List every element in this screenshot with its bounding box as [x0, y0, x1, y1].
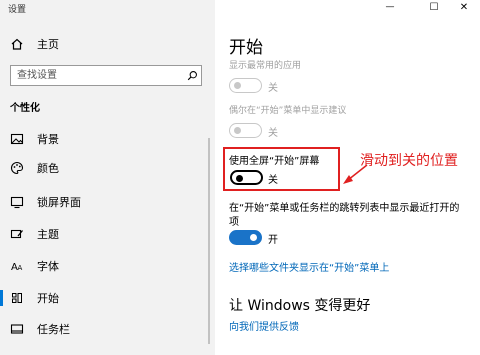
- sidebar-item-taskbar[interactable]: 任务栏: [0, 317, 205, 341]
- svg-text:A: A: [18, 264, 23, 272]
- sidebar-item-home[interactable]: 主页: [0, 32, 205, 56]
- choose-folders-link[interactable]: 选择哪些文件夹显示在“开始”菜单上: [229, 259, 389, 274]
- page-title: 开始: [229, 38, 263, 58]
- close-icon: ✕: [459, 1, 469, 13]
- sidebar-item-label: 主页: [37, 38, 59, 51]
- minimize-button[interactable]: —: [377, 0, 403, 14]
- sidebar-item-fonts[interactable]: AA 字体: [0, 254, 205, 278]
- fullscreen-start-toggle[interactable]: [230, 170, 263, 185]
- recent-items-toggle[interactable]: [229, 230, 262, 245]
- taskbar-icon: [9, 321, 25, 337]
- lock-screen-icon: [9, 194, 25, 210]
- sidebar-item-lock-screen[interactable]: 锁屏界面: [0, 190, 205, 214]
- setting-label-suggestions: 偶尔在“开始”菜单中显示建议: [229, 106, 347, 116]
- improve-windows-heading: 让 Windows 变得更好: [229, 298, 371, 314]
- start-icon: [9, 290, 25, 306]
- home-icon: [9, 36, 25, 52]
- maximize-icon: ☐: [429, 1, 439, 13]
- feedback-link[interactable]: 向我们提供反馈: [229, 318, 299, 333]
- most-used-state: 关: [268, 83, 278, 94]
- section-title: 个性化: [10, 103, 40, 114]
- sidebar-item-label: 任务栏: [37, 323, 70, 336]
- sidebar-item-label: 主题: [37, 228, 59, 241]
- suggestions-state: 关: [268, 128, 278, 139]
- most-used-toggle[interactable]: [229, 78, 262, 93]
- toggle-knob: [250, 234, 257, 241]
- sidebar-item-start[interactable]: 开始: [0, 286, 205, 310]
- toggle-knob: [234, 82, 241, 89]
- sidebar-item-label: 颜色: [37, 162, 59, 175]
- sidebar-item-label: 字体: [37, 260, 59, 273]
- sidebar-scrollbar[interactable]: [208, 138, 210, 344]
- theme-icon: [9, 226, 25, 242]
- setting-label-recent-line2: 项: [229, 217, 239, 228]
- close-button[interactable]: ✕: [451, 0, 477, 14]
- toggle-knob: [234, 127, 241, 134]
- sidebar-item-background[interactable]: 背景: [0, 127, 205, 151]
- font-icon: AA: [9, 258, 25, 274]
- window-title: 设置: [8, 5, 27, 15]
- setting-label-fullscreen: 使用全屏“开始”屏幕: [229, 156, 320, 167]
- settings-sidebar: 设置 主页 个性化 背景 颜色 锁屏界面 主题: [0, 0, 215, 355]
- sidebar-item-label: 锁屏界面: [37, 196, 81, 209]
- sidebar-item-colors[interactable]: 颜色: [0, 156, 205, 180]
- annotation-text: 滑动到关的位置: [360, 153, 458, 169]
- maximize-button[interactable]: ☐: [421, 0, 447, 14]
- palette-icon: [9, 160, 25, 176]
- search-box[interactable]: [10, 65, 202, 86]
- sidebar-item-label: 背景: [37, 133, 59, 146]
- toggle-knob: [236, 174, 243, 182]
- search-input[interactable]: [11, 69, 183, 82]
- sidebar-item-themes[interactable]: 主题: [0, 222, 205, 246]
- fullscreen-state: 关: [268, 175, 278, 186]
- search-icon[interactable]: [183, 70, 201, 81]
- sidebar-item-label: 开始: [37, 292, 59, 305]
- recent-items-state: 开: [268, 235, 278, 246]
- image-icon: [9, 131, 25, 147]
- suggestions-toggle[interactable]: [229, 123, 262, 138]
- setting-label-most-used: 显示最常用的应用: [229, 61, 302, 71]
- setting-label-recent-line1: 在“开始”菜单或任务栏的跳转列表中显示最近打开的: [229, 203, 460, 214]
- minimize-icon: —: [385, 2, 395, 12]
